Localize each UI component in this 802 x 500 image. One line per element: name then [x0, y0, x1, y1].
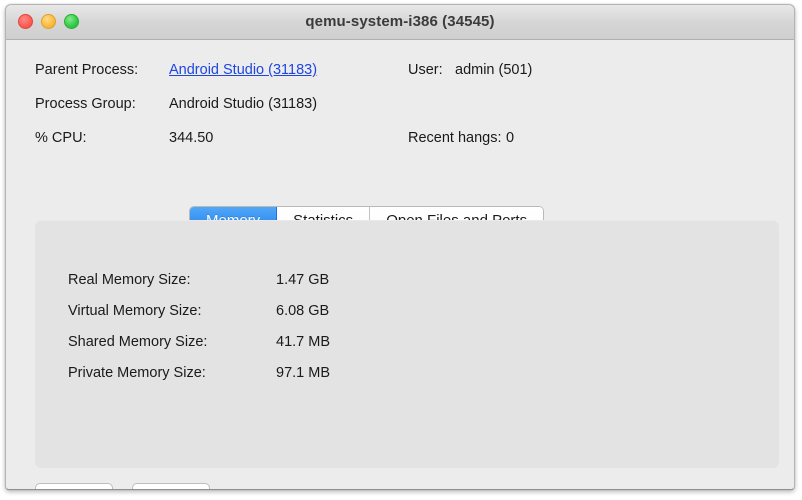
recent-hangs-label: Recent hangs:: [408, 130, 502, 146]
process-info-window: qemu-system-i386 (34545) Parent Process:…: [5, 4, 795, 490]
process-group-label: Process Group:: [35, 96, 136, 112]
user-value: admin (501): [455, 62, 533, 78]
virtual-memory-size-value: 6.08 GB: [276, 303, 330, 319]
parent-process-label: Parent Process:: [35, 62, 139, 78]
cpu-value: 344.50: [169, 130, 214, 146]
private-memory-size-value: 97.1 MB: [276, 365, 330, 381]
parent-process-link[interactable]: Android Studio (31183): [169, 62, 317, 78]
window-titlebar[interactable]: qemu-system-i386 (34545): [6, 5, 794, 40]
window-action-buttons: Sample Quit: [35, 483, 210, 489]
virtual-memory-size-label: Virtual Memory Size:: [68, 303, 202, 319]
sample-button[interactable]: Sample: [35, 483, 113, 489]
memory-panel: Real Memory Size: 1.47 GB Virtual Memory…: [35, 220, 779, 468]
cpu-label: % CPU:: [35, 130, 87, 146]
process-group-value: Android Studio (31183): [169, 96, 318, 112]
real-memory-size-label: Real Memory Size:: [68, 272, 191, 288]
info-row-parent-process: Parent Process: Android Studio (31183) U…: [6, 62, 794, 96]
window-body: Parent Process: Android Studio (31183) U…: [6, 40, 794, 489]
quit-button[interactable]: Quit: [132, 483, 210, 489]
process-info-grid: Parent Process: Android Studio (31183) U…: [6, 62, 794, 164]
user-label: User:: [408, 62, 443, 78]
private-memory-size-label: Private Memory Size:: [68, 365, 206, 381]
info-row-process-group: Process Group: Android Studio (31183): [6, 96, 794, 130]
shared-memory-size-value: 41.7 MB: [276, 334, 330, 350]
recent-hangs-value: 0: [506, 130, 515, 146]
window-title: qemu-system-i386 (34545): [305, 13, 495, 30]
shared-memory-size-label: Shared Memory Size:: [68, 334, 208, 350]
real-memory-size-value: 1.47 GB: [276, 272, 330, 288]
info-row-cpu: % CPU: 344.50 Recent hangs: 0: [6, 130, 794, 164]
